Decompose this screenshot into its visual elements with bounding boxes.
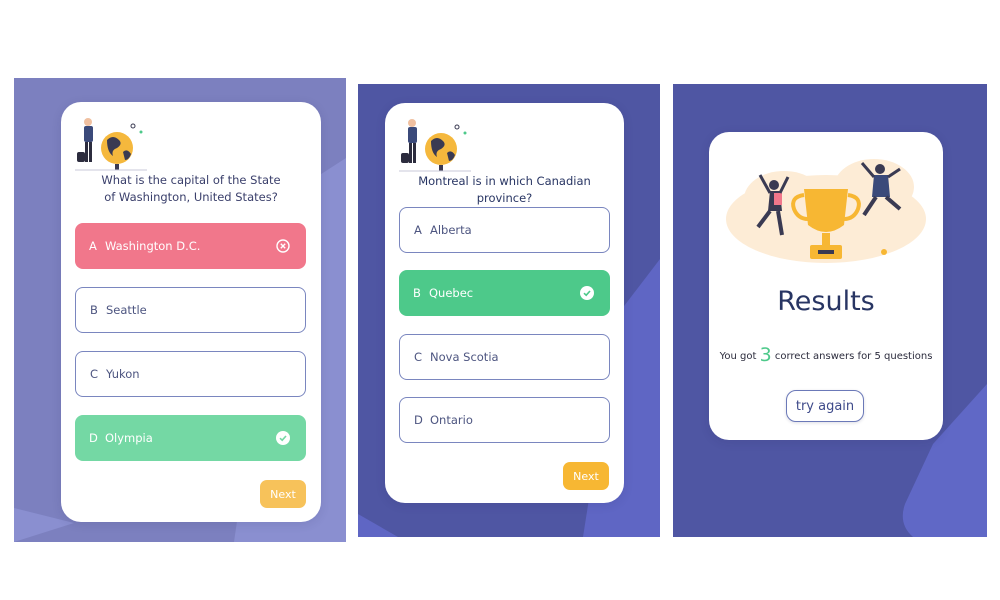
option-letter: D bbox=[414, 413, 423, 427]
option-letter: A bbox=[89, 239, 97, 253]
question-text: What is the capital of the State of Wash… bbox=[101, 173, 281, 204]
answer-option-a[interactable]: A Washington D.C. bbox=[75, 223, 306, 269]
answer-option-d[interactable]: D Ontario bbox=[399, 397, 610, 443]
answer-option-b[interactable]: B Quebec bbox=[399, 270, 610, 316]
option-letter: C bbox=[90, 367, 99, 381]
question-card: What is the capital of the State of Wash… bbox=[61, 102, 321, 522]
option-label: Nova Scotia bbox=[430, 350, 499, 364]
results-screen: Results You got 3 correct answers for 5 … bbox=[673, 84, 987, 537]
option-label: Washington D.C. bbox=[105, 239, 201, 253]
quiz-screen-2: Montreal is in which Canadian province? … bbox=[358, 84, 660, 537]
results-card: Results You got 3 correct answers for 5 … bbox=[709, 132, 943, 440]
summary-suffix: correct answers for 5 questions bbox=[774, 351, 933, 362]
option-label: Seattle bbox=[106, 303, 147, 317]
try-again-button[interactable]: try again bbox=[786, 390, 864, 422]
check-circle-icon bbox=[580, 286, 594, 300]
option-label: Yukon bbox=[106, 367, 140, 381]
question-card: Montreal is in which Canadian province? … bbox=[385, 103, 624, 503]
answer-option-b[interactable]: B Seattle bbox=[75, 287, 306, 333]
option-letter: B bbox=[90, 303, 98, 317]
quiz-screen-1: What is the capital of the State of Wash… bbox=[14, 78, 346, 542]
trophy-celebration-illustration bbox=[726, 159, 926, 263]
x-circle-icon bbox=[276, 239, 290, 253]
option-letter: B bbox=[413, 286, 421, 300]
option-label: Alberta bbox=[430, 223, 472, 237]
option-letter: A bbox=[414, 223, 422, 237]
summary-prefix: You got bbox=[719, 351, 757, 362]
answer-option-c[interactable]: C Yukon bbox=[75, 351, 306, 397]
answer-option-d[interactable]: D Olympia bbox=[75, 415, 306, 461]
traveler-globe-illustration bbox=[75, 118, 147, 171]
next-button[interactable]: Next bbox=[260, 480, 306, 508]
question-text: Montreal is in which Canadian province? bbox=[418, 174, 591, 205]
option-letter: C bbox=[414, 350, 423, 364]
option-label: Ontario bbox=[430, 413, 473, 427]
check-circle-icon bbox=[276, 431, 290, 445]
option-label: Olympia bbox=[105, 431, 153, 445]
next-button[interactable]: Next bbox=[563, 462, 609, 490]
option-label: Quebec bbox=[429, 286, 474, 300]
option-letter: D bbox=[89, 431, 98, 445]
traveler-globe-illustration bbox=[399, 119, 471, 172]
answer-option-c[interactable]: C Nova Scotia bbox=[399, 334, 610, 380]
results-summary: You got 3 correct answers for 5 question… bbox=[709, 344, 943, 366]
correct-count: 3 bbox=[759, 344, 772, 366]
results-title: Results bbox=[777, 286, 875, 317]
answer-option-a[interactable]: A Alberta bbox=[399, 207, 610, 253]
